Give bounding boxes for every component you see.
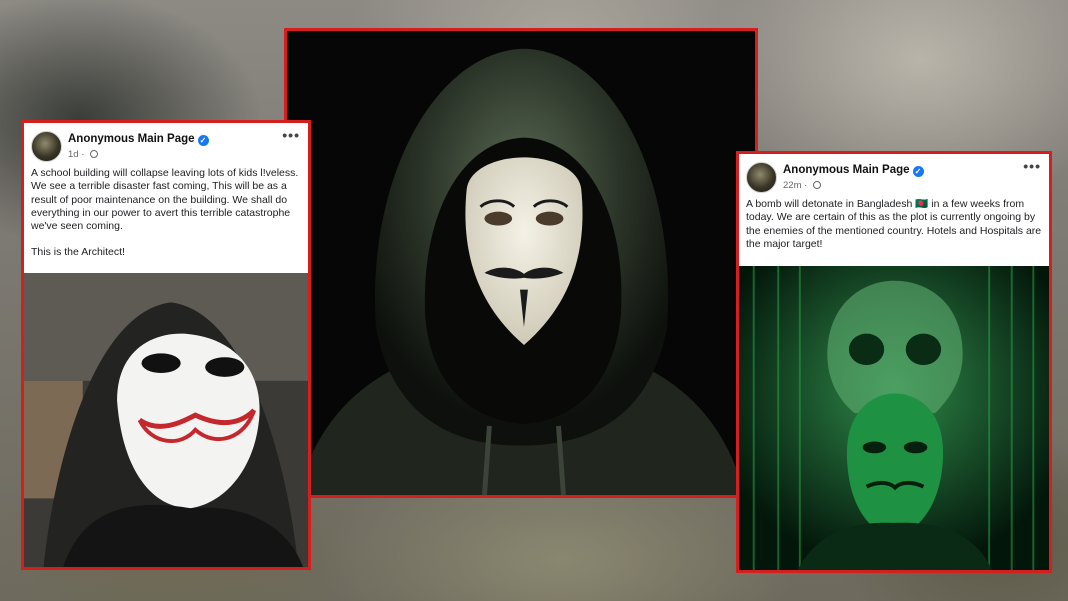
post-paragraph: This is the Architect! [31, 246, 125, 259]
skull-mask-illustration [739, 266, 1049, 570]
post-text: A bomb will detonate in Bangladesh 🇧🇩 in… [739, 198, 1049, 266]
author-name-text[interactable]: Anonymous Main Page [783, 164, 910, 176]
verified-badge-icon: ✓ [197, 135, 209, 146]
avatar[interactable] [746, 162, 777, 193]
post-meta: 22m · [783, 180, 821, 191]
author-name-text[interactable]: Anonymous Main Page [68, 133, 195, 145]
post-paragraph: A school building will collapse leaving … [31, 167, 299, 233]
author-name[interactable]: Anonymous Main Page ✓ [783, 164, 924, 177]
post-time[interactable]: 1d [68, 149, 79, 160]
center-hooded-figure-image [284, 28, 758, 498]
more-options-icon[interactable]: ••• [1023, 158, 1041, 174]
post-card-left[interactable]: Anonymous Main Page ✓ 1d · ••• A school b… [21, 120, 311, 570]
post-header: Anonymous Main Page ✓ 1d · ••• [24, 123, 308, 167]
masked-figure-photo[interactable] [24, 273, 308, 567]
post-meta: 1d · [68, 149, 99, 160]
globe-icon [90, 150, 99, 158]
author-name[interactable]: Anonymous Main Page ✓ [68, 133, 209, 146]
masked-figure-illustration [24, 273, 308, 567]
bangladesh-flag-icon: 🇧🇩 [915, 198, 929, 210]
post-text-part: A bomb will detonate in Bangladesh [746, 198, 913, 210]
verified-badge-icon: ✓ [912, 166, 924, 177]
post-card-right[interactable]: Anonymous Main Page ✓ 22m · ••• A bomb wi… [736, 151, 1052, 573]
globe-icon [812, 181, 821, 189]
avatar[interactable] [31, 131, 62, 162]
post-time[interactable]: 22m [783, 180, 801, 191]
post-text: A school building will collapse leaving … [24, 167, 308, 271]
post-header: Anonymous Main Page ✓ 22m · ••• [739, 154, 1049, 198]
green-skull-mask-artwork[interactable] [739, 266, 1049, 570]
more-options-icon[interactable]: ••• [282, 127, 300, 143]
hooded-mask-illustration [287, 31, 755, 495]
